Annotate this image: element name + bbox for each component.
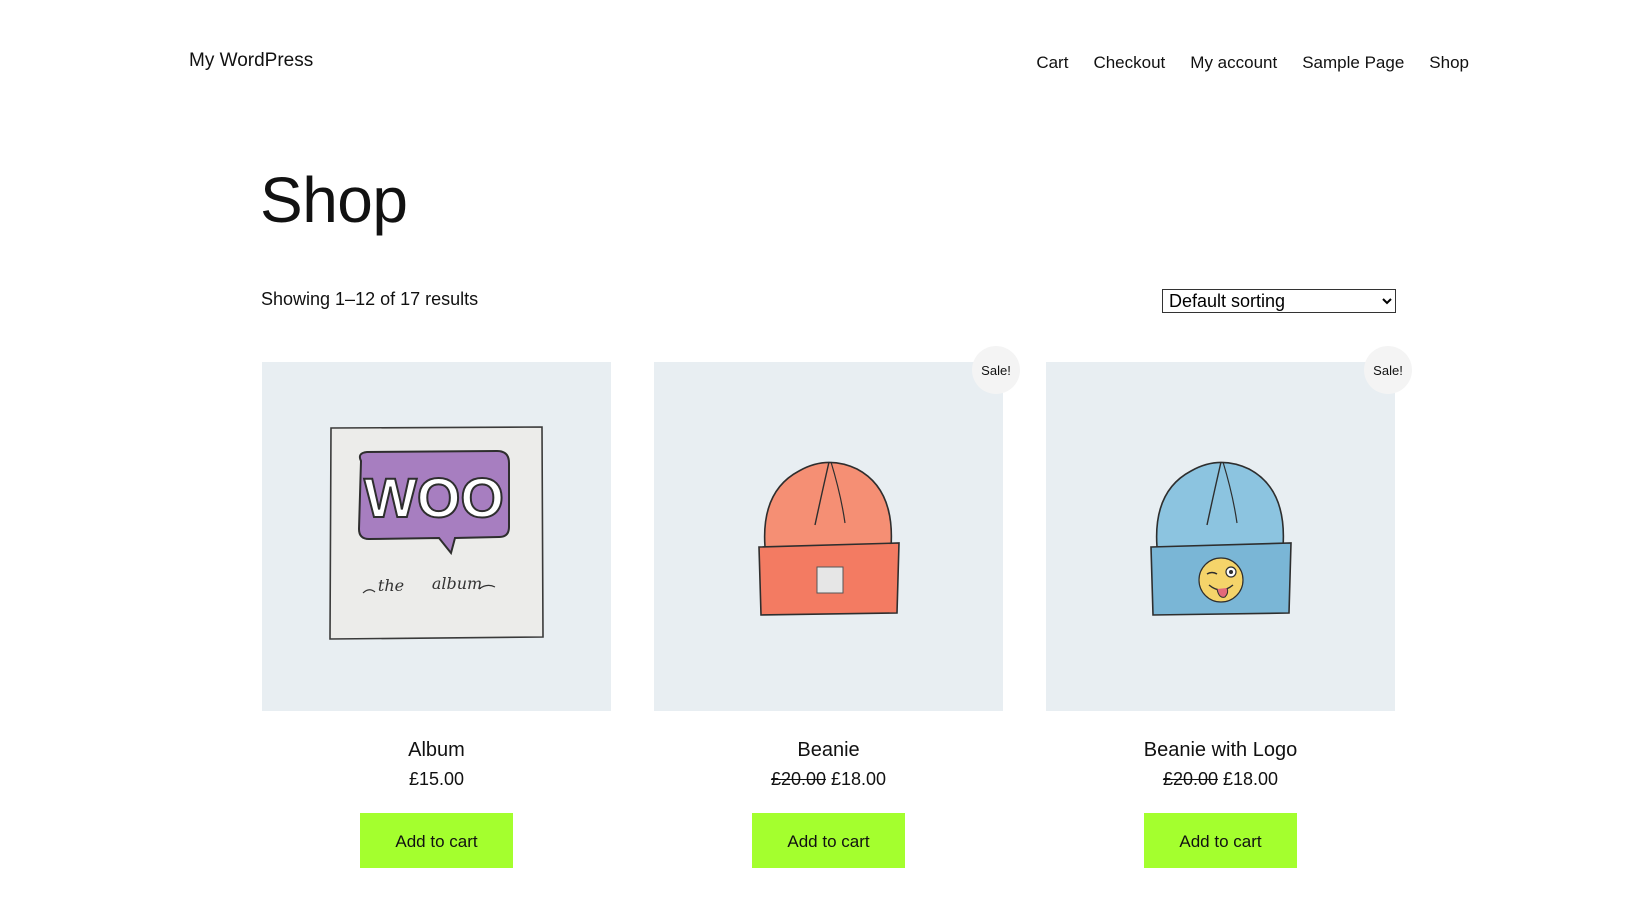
site-title[interactable]: My WordPress — [189, 50, 313, 72]
product-name[interactable]: Beanie with Logo — [1046, 739, 1395, 762]
product-price: £20.00 £18.00 — [654, 769, 1003, 790]
product-thumbnail[interactable]: WOO the album — [262, 362, 611, 711]
product-thumbnail[interactable] — [654, 362, 1003, 711]
product-card: WOO the album Album £15.00 Add to cart — [262, 362, 611, 868]
original-price: £20.00 — [1162, 769, 1218, 789]
product-card: Sale! Beanie with Logo £20.00 £18.00 Add … — [1046, 346, 1412, 868]
album-art-text: the — [377, 576, 403, 595]
original-price: £20.00 — [770, 769, 826, 789]
sale-price: £18.00 — [1223, 769, 1279, 789]
current-price: £15.00 — [408, 769, 465, 789]
blue-beanie-with-logo-image — [1149, 461, 1292, 616]
product-name[interactable]: Beanie — [654, 739, 1003, 762]
nav-link-my-account[interactable]: My account — [1190, 53, 1277, 73]
product-grid: WOO the album Album £15.00 Add to cart S… — [262, 346, 1412, 868]
page-title: Shop — [260, 164, 408, 236]
album-art-text: WOO — [364, 466, 504, 529]
woo-album-image: WOO the album — [328, 425, 544, 640]
main-nav: Cart Checkout My account Sample Page Sho… — [1036, 53, 1469, 73]
product-thumbnail[interactable] — [1046, 362, 1395, 711]
result-count: Showing 1–12 of 17 results — [261, 289, 479, 309]
sale-badge: Sale! — [972, 346, 1020, 394]
add-to-cart-button[interactable]: Add to cart — [752, 813, 905, 868]
album-art-text: album — [431, 574, 481, 593]
add-to-cart-button[interactable]: Add to cart — [360, 813, 513, 868]
product-card: Sale! Beanie £20.00 £18.00 Add to cart — [654, 346, 1020, 868]
orange-beanie-image — [757, 461, 900, 616]
sale-badge: Sale! — [1364, 346, 1412, 394]
nav-link-shop[interactable]: Shop — [1429, 53, 1469, 73]
nav-link-sample-page[interactable]: Sample Page — [1302, 53, 1404, 73]
nav-link-checkout[interactable]: Checkout — [1093, 53, 1165, 73]
sort-select[interactable]: Default sorting — [1162, 289, 1396, 313]
sale-price: £18.00 — [831, 769, 887, 789]
add-to-cart-button[interactable]: Add to cart — [1144, 813, 1297, 868]
product-name[interactable]: Album — [262, 739, 611, 762]
product-price: £15.00 — [262, 769, 611, 790]
nav-link-cart[interactable]: Cart — [1036, 53, 1068, 73]
product-price: £20.00 £18.00 — [1046, 769, 1395, 790]
